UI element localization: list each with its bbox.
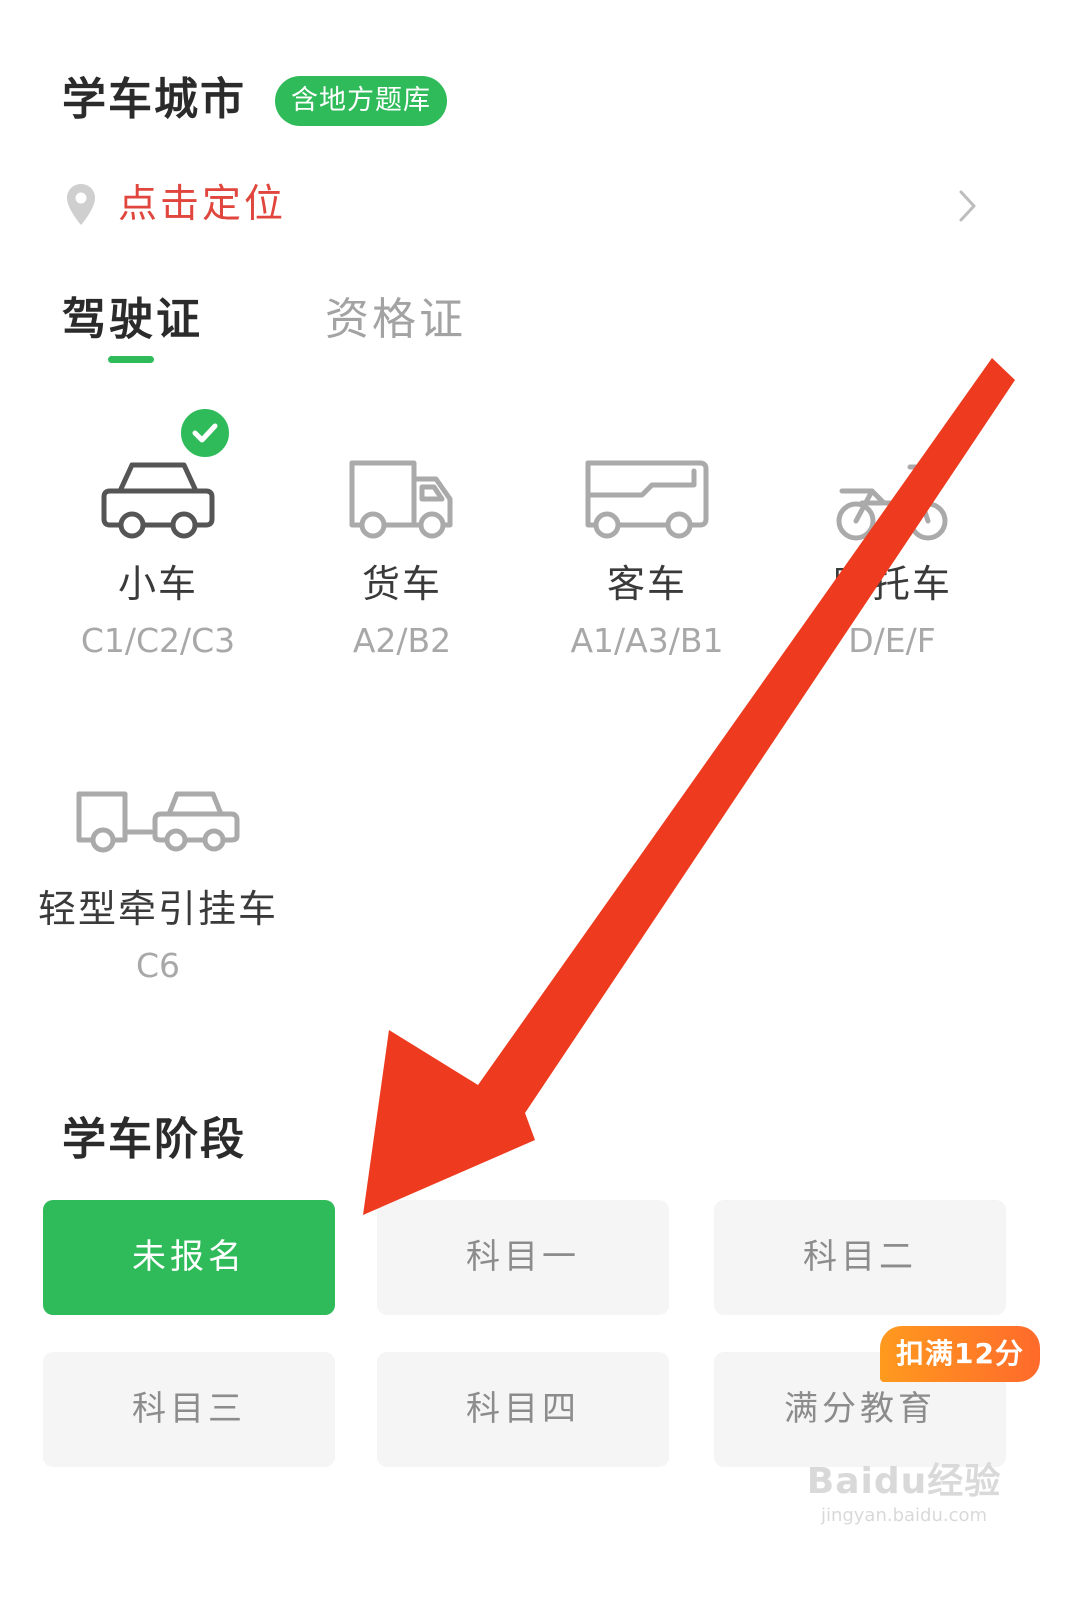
vehicle-license-code: D/E/F xyxy=(848,621,936,660)
section-title-city: 学车城市 xyxy=(62,74,246,125)
vehicle-license-code: A2/B2 xyxy=(352,621,452,660)
stage-button-subject-2[interactable]: 科目二 xyxy=(714,1200,1006,1315)
local-question-bank-badge: 含地方题库 xyxy=(275,76,447,126)
vehicle-license-code: C6 xyxy=(135,946,181,985)
vehicle-option-motorcycle[interactable]: 摩托车 D/E/F xyxy=(772,455,1012,663)
stage-button-subject-1[interactable]: 科目一 xyxy=(377,1200,669,1315)
tab-qualification[interactable]: 资格证 xyxy=(325,290,466,350)
selected-check-icon xyxy=(178,406,232,460)
tab-active-indicator xyxy=(108,356,154,363)
bus-icon xyxy=(585,460,709,539)
vehicle-option-truck[interactable]: 货车 A2/B2 xyxy=(282,455,522,663)
stage-button-subject-4[interactable]: 科目四 xyxy=(377,1352,669,1467)
car-icon xyxy=(101,462,215,539)
motorcycle-icon xyxy=(836,464,948,541)
chevron-right-icon xyxy=(959,190,976,222)
vehicle-name: 轻型牵引挂车 xyxy=(37,887,278,931)
stage-button-subject-3[interactable]: 科目三 xyxy=(43,1352,335,1467)
vehicle-option-trailer[interactable]: 轻型牵引挂车 C6 xyxy=(38,782,278,988)
location-pin-icon xyxy=(67,184,95,225)
location-row[interactable]: 点击定位 xyxy=(0,170,1071,240)
watermark-main: Baidu经验 xyxy=(806,1461,1002,1502)
tab-driving-license[interactable]: 驾驶证 xyxy=(62,290,203,350)
vehicle-name: 客车 xyxy=(606,562,687,606)
vehicle-name: 小车 xyxy=(117,562,198,606)
watermark-url: jingyan.baidu.com xyxy=(820,1505,988,1526)
section-title-stage: 学车阶段 xyxy=(62,1114,246,1165)
vehicle-name: 摩托车 xyxy=(831,562,952,606)
points-deducted-badge: 扣满12分 xyxy=(880,1326,1040,1382)
vehicle-option-car[interactable]: 小车 C1/C2/C3 xyxy=(38,455,278,663)
baidu-jingyan-watermark: Baidu经验 jingyan.baidu.com xyxy=(804,1460,1004,1528)
truck-icon xyxy=(349,460,453,539)
locate-link: 点击定位 xyxy=(118,182,287,227)
vehicle-license-code: A1/A3/B1 xyxy=(570,621,724,660)
trailer-icon xyxy=(76,791,240,853)
vehicle-option-bus[interactable]: 客车 A1/A3/B1 xyxy=(527,455,767,663)
vehicle-name: 货车 xyxy=(361,562,442,606)
stage-button-unregistered[interactable]: 未报名 xyxy=(43,1200,335,1315)
vehicle-license-code: C1/C2/C3 xyxy=(80,621,236,660)
